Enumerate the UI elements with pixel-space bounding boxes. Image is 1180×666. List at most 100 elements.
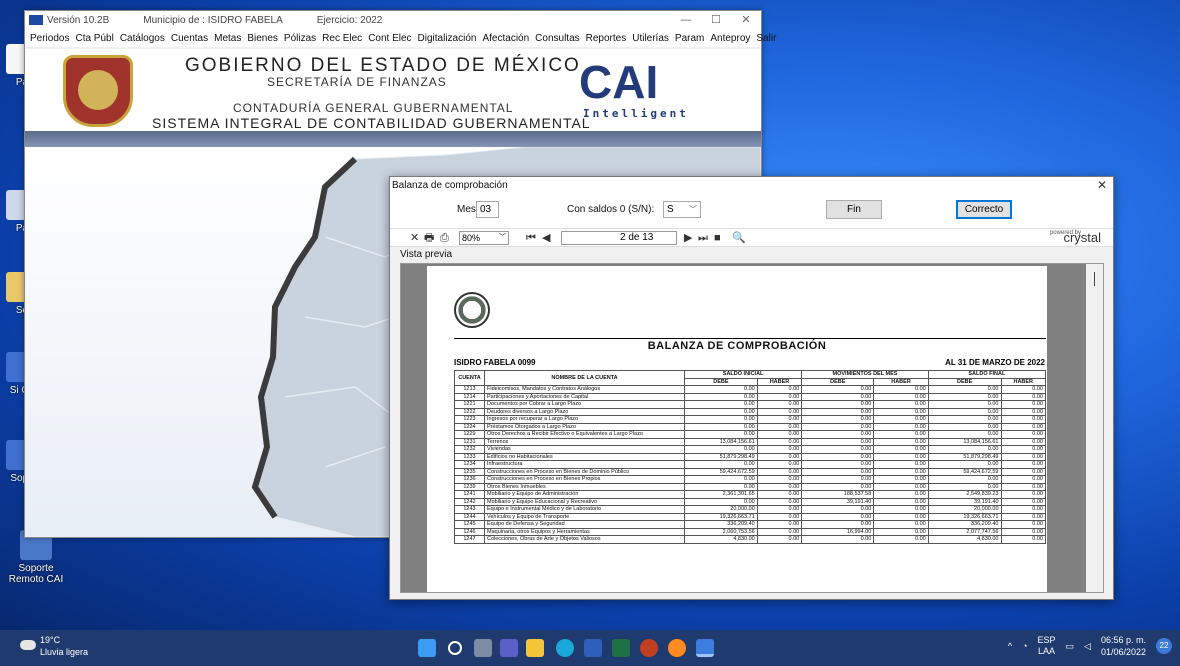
dialog-title: Balanza de comprobación [392, 180, 508, 191]
cell-amount: 0.00 [1000, 400, 1046, 409]
prev-page-icon[interactable]: ◀ [542, 231, 550, 245]
menu-rec-elec[interactable]: Rec Elec [319, 33, 365, 44]
menu-salir[interactable]: Salir [753, 33, 779, 44]
cell-amount: 0.00 [756, 505, 803, 514]
print-icon[interactable]: 🖶 [424, 231, 434, 245]
menu-reportes[interactable]: Reportes [583, 33, 630, 44]
saldos-label: Con saldos 0 (S/N): [567, 204, 655, 215]
cell-nombre: Deudores diversos a Largo Plazo [484, 407, 685, 416]
stop-icon[interactable]: ■ [714, 231, 721, 245]
firefox-icon[interactable] [668, 639, 686, 657]
close-icon[interactable]: ✕ [731, 11, 761, 29]
menu-cta-publ[interactable]: Cta Públ [72, 33, 116, 44]
start-icon[interactable] [418, 639, 436, 657]
preview-scrollbar[interactable] [1086, 264, 1103, 592]
vista-previa-tab[interactable]: Vista previa [400, 249, 452, 260]
saldos-select[interactable]: S ﹀ [663, 201, 701, 218]
first-page-icon[interactable]: ⏮ [526, 231, 536, 245]
chevron-down-icon: ﹀ [689, 205, 697, 214]
cell-amount: 0.00 [873, 385, 929, 394]
cell-amount: 0.00 [1000, 475, 1046, 484]
menu-bienes[interactable]: Bienes [244, 33, 281, 44]
cell-amount: 0.00 [927, 415, 1002, 424]
col-haber: HABER [756, 377, 803, 386]
menu-cuentas[interactable]: Cuentas [168, 33, 211, 44]
saldos-value: S [667, 204, 674, 215]
cell-amount: 0.00 [756, 407, 803, 416]
cell-amount: 51,879,298.49 [684, 452, 758, 461]
cell-amount: 0.00 [801, 422, 875, 431]
excel-icon[interactable] [612, 639, 630, 657]
close-icon[interactable]: ✕ [1097, 177, 1107, 194]
maximize-icon[interactable]: ☐ [701, 11, 731, 29]
cell-amount: 0.00 [1000, 407, 1046, 416]
cell-nombre: Mobiliario y Equipo de Administración [484, 490, 685, 499]
network-icon[interactable]: ◔ [1022, 641, 1027, 651]
col-debe: DEBE [801, 377, 875, 386]
cell-amount: 2,549,839.23 [927, 490, 1002, 499]
teams-icon[interactable] [500, 639, 518, 657]
main-window-titlebar[interactable]: Versión 10.2B Municipio de : ISIDRO FABE… [25, 11, 761, 29]
last-page-icon[interactable]: ⏭ [698, 231, 708, 245]
close-report-icon[interactable]: ✕ [410, 231, 419, 245]
volume-icon[interactable]: ◁ [1084, 641, 1091, 652]
cell-amount: 0.00 [684, 400, 758, 409]
weather-widget[interactable]: 19°C Lluvia ligera [20, 634, 88, 658]
cell-amount: 0.00 [801, 475, 875, 484]
search-icon[interactable]: 🔍 [732, 231, 746, 245]
cell-amount: 336,209.40 [927, 520, 1002, 529]
menu-polizas[interactable]: Pólizas [281, 33, 319, 44]
menu-utilerias[interactable]: Utilerías [629, 33, 672, 44]
col-debe: DEBE [684, 377, 758, 386]
cell-amount: 20,000.00 [927, 505, 1002, 514]
cell-amount: 4,830.00 [684, 535, 758, 544]
cell-nombre: Equipo e Instrumental Médico y de Labora… [484, 505, 685, 514]
language-indicator[interactable]: ESP LAA [1038, 635, 1056, 657]
cell-amount: 0.00 [927, 400, 1002, 409]
desktop-icon-soporte-remoto[interactable]: Soporte Remoto CAI [0, 530, 72, 585]
cell-amount: 0.00 [1000, 385, 1046, 394]
cell-amount: 0.00 [756, 467, 803, 476]
mes-input[interactable]: 03 [476, 201, 499, 218]
cai-logo-subtitle: Intelligent [583, 107, 689, 120]
cell-amount: 0.00 [801, 400, 875, 409]
clock[interactable]: 06:56 p. m. 01/06/2022 [1101, 634, 1146, 658]
menu-cont-elec[interactable]: Cont Elec [365, 33, 414, 44]
powerpoint-icon[interactable] [640, 639, 658, 657]
minimize-icon[interactable]: — [671, 11, 701, 29]
cai-app-icon[interactable] [696, 639, 714, 657]
search-icon[interactable] [448, 641, 462, 655]
table-row: 1235 Construcciones en Proceso en Bienes … [454, 467, 1046, 476]
menu-param[interactable]: Param [672, 33, 707, 44]
lang-layout: LAA [1038, 646, 1056, 656]
cell-amount: 13,084,156.61 [927, 437, 1002, 446]
correcto-button[interactable]: Correcto [956, 200, 1012, 219]
notification-badge[interactable]: 22 [1156, 638, 1172, 654]
next-page-icon[interactable]: ▶ [684, 231, 692, 245]
word-icon[interactable] [584, 639, 602, 657]
dialog-titlebar[interactable]: Balanza de comprobación ✕ [390, 177, 1113, 194]
cell-amount: 39,191.40 [927, 497, 1002, 506]
menu-anteproy[interactable]: Anteproy [707, 33, 753, 44]
menu-periodos[interactable]: Periodos [27, 33, 72, 44]
menu-consultas[interactable]: Consultas [532, 33, 582, 44]
task-view-icon[interactable] [474, 639, 492, 657]
menu-catalogos[interactable]: Catálogos [117, 33, 168, 44]
export-icon[interactable]: ⎙ [440, 231, 449, 245]
menu-digitalizacion[interactable]: Digitalización [415, 33, 480, 44]
edge-icon[interactable] [556, 639, 574, 657]
cell-amount: 0.00 [1000, 527, 1046, 536]
cell-amount: 0.00 [1000, 460, 1046, 469]
cell-amount: 0.00 [1000, 535, 1046, 544]
chevron-up-icon[interactable]: ^ [1008, 641, 1012, 651]
cell-cuenta: 1229 [454, 430, 485, 439]
menu-metas[interactable]: Metas [211, 33, 244, 44]
page-input[interactable]: 2 de 13 [561, 231, 677, 245]
menu-afectacion[interactable]: Afectación [479, 33, 532, 44]
cell-amount: 0.00 [756, 490, 803, 499]
fin-button[interactable]: Fin [826, 200, 882, 219]
cell-nombre: Viviendas [484, 445, 685, 454]
monitor-icon[interactable]: ▭ [1066, 641, 1075, 652]
file-explorer-icon[interactable] [526, 639, 544, 657]
zoom-select[interactable]: 80% ﹀ [459, 231, 509, 245]
